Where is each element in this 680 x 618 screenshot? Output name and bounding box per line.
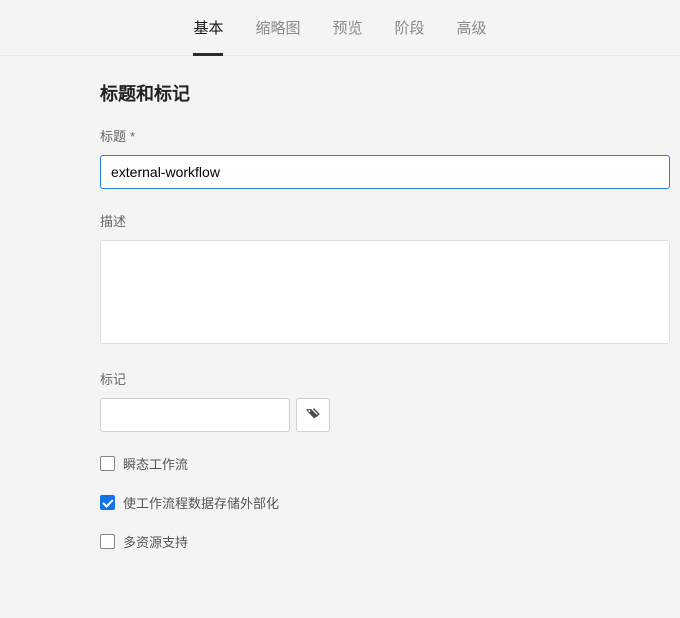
- tags-row: [100, 398, 670, 432]
- checkbox-multires-label: 多资源支持: [123, 532, 188, 551]
- tags-picker-button[interactable]: [296, 398, 330, 432]
- checkbox-transient-row[interactable]: 瞬态工作流: [100, 454, 670, 473]
- checkbox-transient[interactable]: [100, 456, 115, 471]
- checkbox-transient-label: 瞬态工作流: [123, 454, 188, 473]
- tab-stage[interactable]: 阶段: [395, 0, 425, 56]
- title-label-text: 标题: [100, 129, 126, 144]
- checkbox-externalize-label: 使工作流程数据存储外部化: [123, 493, 279, 512]
- checkbox-multires-row[interactable]: 多资源支持: [100, 532, 670, 551]
- tag-icon: [305, 406, 321, 425]
- section-title: 标题和标记: [100, 80, 670, 106]
- checkbox-externalize[interactable]: [100, 495, 115, 510]
- tab-advanced[interactable]: 高级: [457, 0, 487, 56]
- tags-input[interactable]: [100, 398, 290, 432]
- description-label: 描述: [100, 211, 670, 230]
- title-label: 标题 *: [100, 126, 670, 145]
- tab-preview[interactable]: 预览: [332, 0, 362, 56]
- checkbox-externalize-row[interactable]: 使工作流程数据存储外部化: [100, 493, 670, 512]
- required-asterisk: *: [130, 129, 135, 144]
- tab-thumbnail[interactable]: 缩略图: [255, 0, 300, 56]
- title-field-group: 标题 *: [100, 126, 670, 189]
- description-field-group: 描述: [100, 211, 670, 347]
- tags-field-group: 标记: [100, 369, 670, 432]
- title-input[interactable]: [100, 155, 670, 189]
- tab-bar: 基本 缩略图 预览 阶段 高级: [0, 0, 680, 56]
- tags-label: 标记: [100, 369, 670, 388]
- description-textarea[interactable]: [100, 240, 670, 344]
- checkbox-multires[interactable]: [100, 534, 115, 549]
- form-content: 标题和标记 标题 * 描述 标记 瞬态工作流: [100, 56, 670, 551]
- tab-basic[interactable]: 基本: [193, 0, 223, 56]
